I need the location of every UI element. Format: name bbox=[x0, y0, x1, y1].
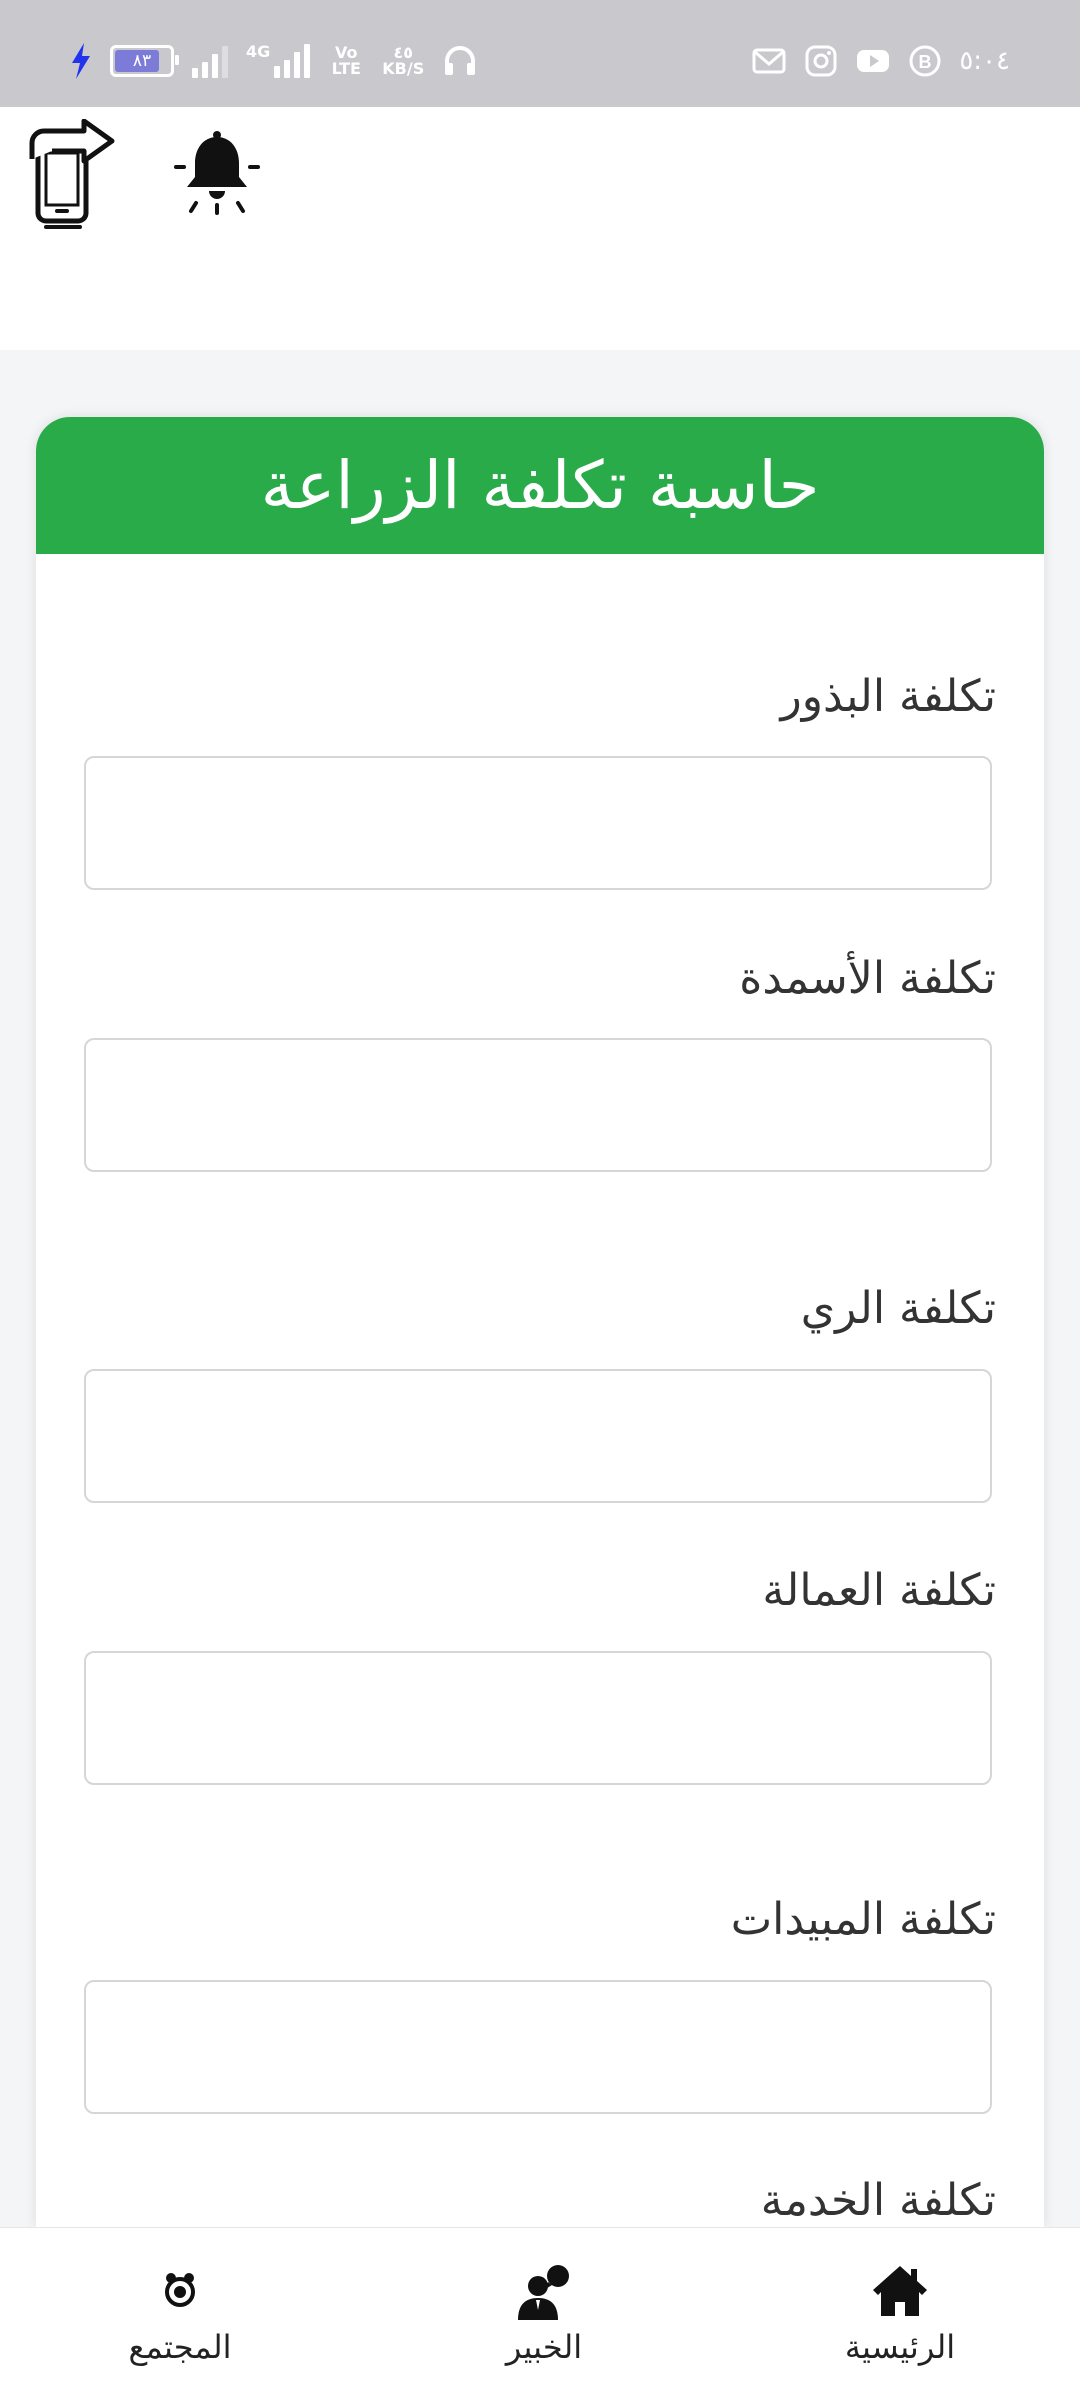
pesticides-cost-input[interactable] bbox=[84, 1980, 992, 2114]
nav-item-home[interactable]: الرئيسية bbox=[780, 2228, 1020, 2401]
charging-bolt-icon bbox=[72, 43, 90, 79]
labor-cost-field: تكلفة العمالة bbox=[84, 1559, 996, 1785]
fertilizer-cost-label: تكلفة الأسمدة bbox=[739, 953, 996, 1004]
seeds-cost-label: تكلفة البذور bbox=[780, 671, 996, 722]
bell-icon[interactable] bbox=[174, 129, 260, 215]
irrigation-cost-field: تكلفة الري bbox=[84, 1277, 996, 1503]
data-speed: ٤٥ KB/S bbox=[382, 45, 424, 77]
signal-icon bbox=[192, 44, 228, 78]
network-type: 4G bbox=[246, 42, 271, 61]
nav-item-expert[interactable]: الخبير bbox=[424, 2228, 664, 2401]
b-app-icon: B bbox=[909, 45, 941, 77]
app-bar bbox=[0, 107, 1080, 350]
irrigation-cost-label: تكلفة الري bbox=[800, 1283, 996, 1334]
nav-label-community: المجتمع bbox=[128, 2328, 232, 2366]
headphones-icon bbox=[445, 46, 476, 75]
phone-swap-icon[interactable] bbox=[28, 119, 118, 231]
instagram-icon bbox=[805, 45, 837, 77]
labor-cost-label: تكلفة العمالة bbox=[762, 1565, 996, 1616]
fertilizer-cost-field: تكلفة الأسمدة bbox=[84, 947, 996, 1172]
seeds-cost-field: تكلفة البذور bbox=[84, 665, 996, 890]
community-icon bbox=[165, 2273, 195, 2307]
bottom-nav: الرئيسية الخبير المجتمع bbox=[0, 2227, 1080, 2401]
status-bar-right: B ٥:٠٤ bbox=[751, 36, 1010, 86]
expert-icon bbox=[518, 2265, 569, 2320]
svg-text:B: B bbox=[919, 52, 932, 72]
gmail-icon bbox=[752, 48, 786, 74]
pesticides-cost-label: تكلفة المبيدات bbox=[730, 1894, 996, 1945]
nav-item-community[interactable]: المجتمع bbox=[60, 2228, 300, 2401]
volte-icon: Vo LTE bbox=[331, 43, 361, 78]
service-cost-field: تكلفة الخدمة bbox=[84, 2169, 996, 2227]
irrigation-cost-input[interactable] bbox=[84, 1369, 992, 1503]
home-icon bbox=[873, 2266, 927, 2316]
calculator-title: حاسبة تكلفة الزراعة bbox=[260, 447, 820, 524]
data-speed-unit: KB/S bbox=[382, 59, 425, 78]
pesticides-cost-field: تكلفة المبيدات bbox=[84, 1888, 996, 2114]
nav-label-expert: الخبير bbox=[505, 2328, 583, 2366]
youtube-icon bbox=[857, 50, 890, 72]
service-cost-label: تكلفة الخدمة bbox=[760, 2175, 996, 2226]
nav-label-home: الرئيسية bbox=[844, 2328, 956, 2366]
status-bar-left: ٨٣ 4G Vo LTE ٤٥ KB/S bbox=[70, 36, 478, 86]
labor-cost-input[interactable] bbox=[84, 1651, 992, 1785]
fertilizer-cost-input[interactable] bbox=[84, 1038, 992, 1172]
battery-level: ٨٣ bbox=[132, 51, 152, 71]
signal-4g-icon: 4G bbox=[246, 42, 311, 78]
calculator-header: حاسبة تكلفة الزراعة bbox=[36, 417, 1044, 554]
battery-icon: ٨٣ bbox=[110, 45, 179, 77]
cost-calculator-card: حاسبة تكلفة الزراعة تكلفة البذور تكلفة ا… bbox=[36, 417, 1044, 2227]
status-bar: ٨٣ 4G Vo LTE ٤٥ KB/S B ٥:٠٤ bbox=[0, 0, 1080, 107]
seeds-cost-input[interactable] bbox=[84, 756, 992, 890]
clock: ٥:٠٤ bbox=[959, 46, 1010, 76]
